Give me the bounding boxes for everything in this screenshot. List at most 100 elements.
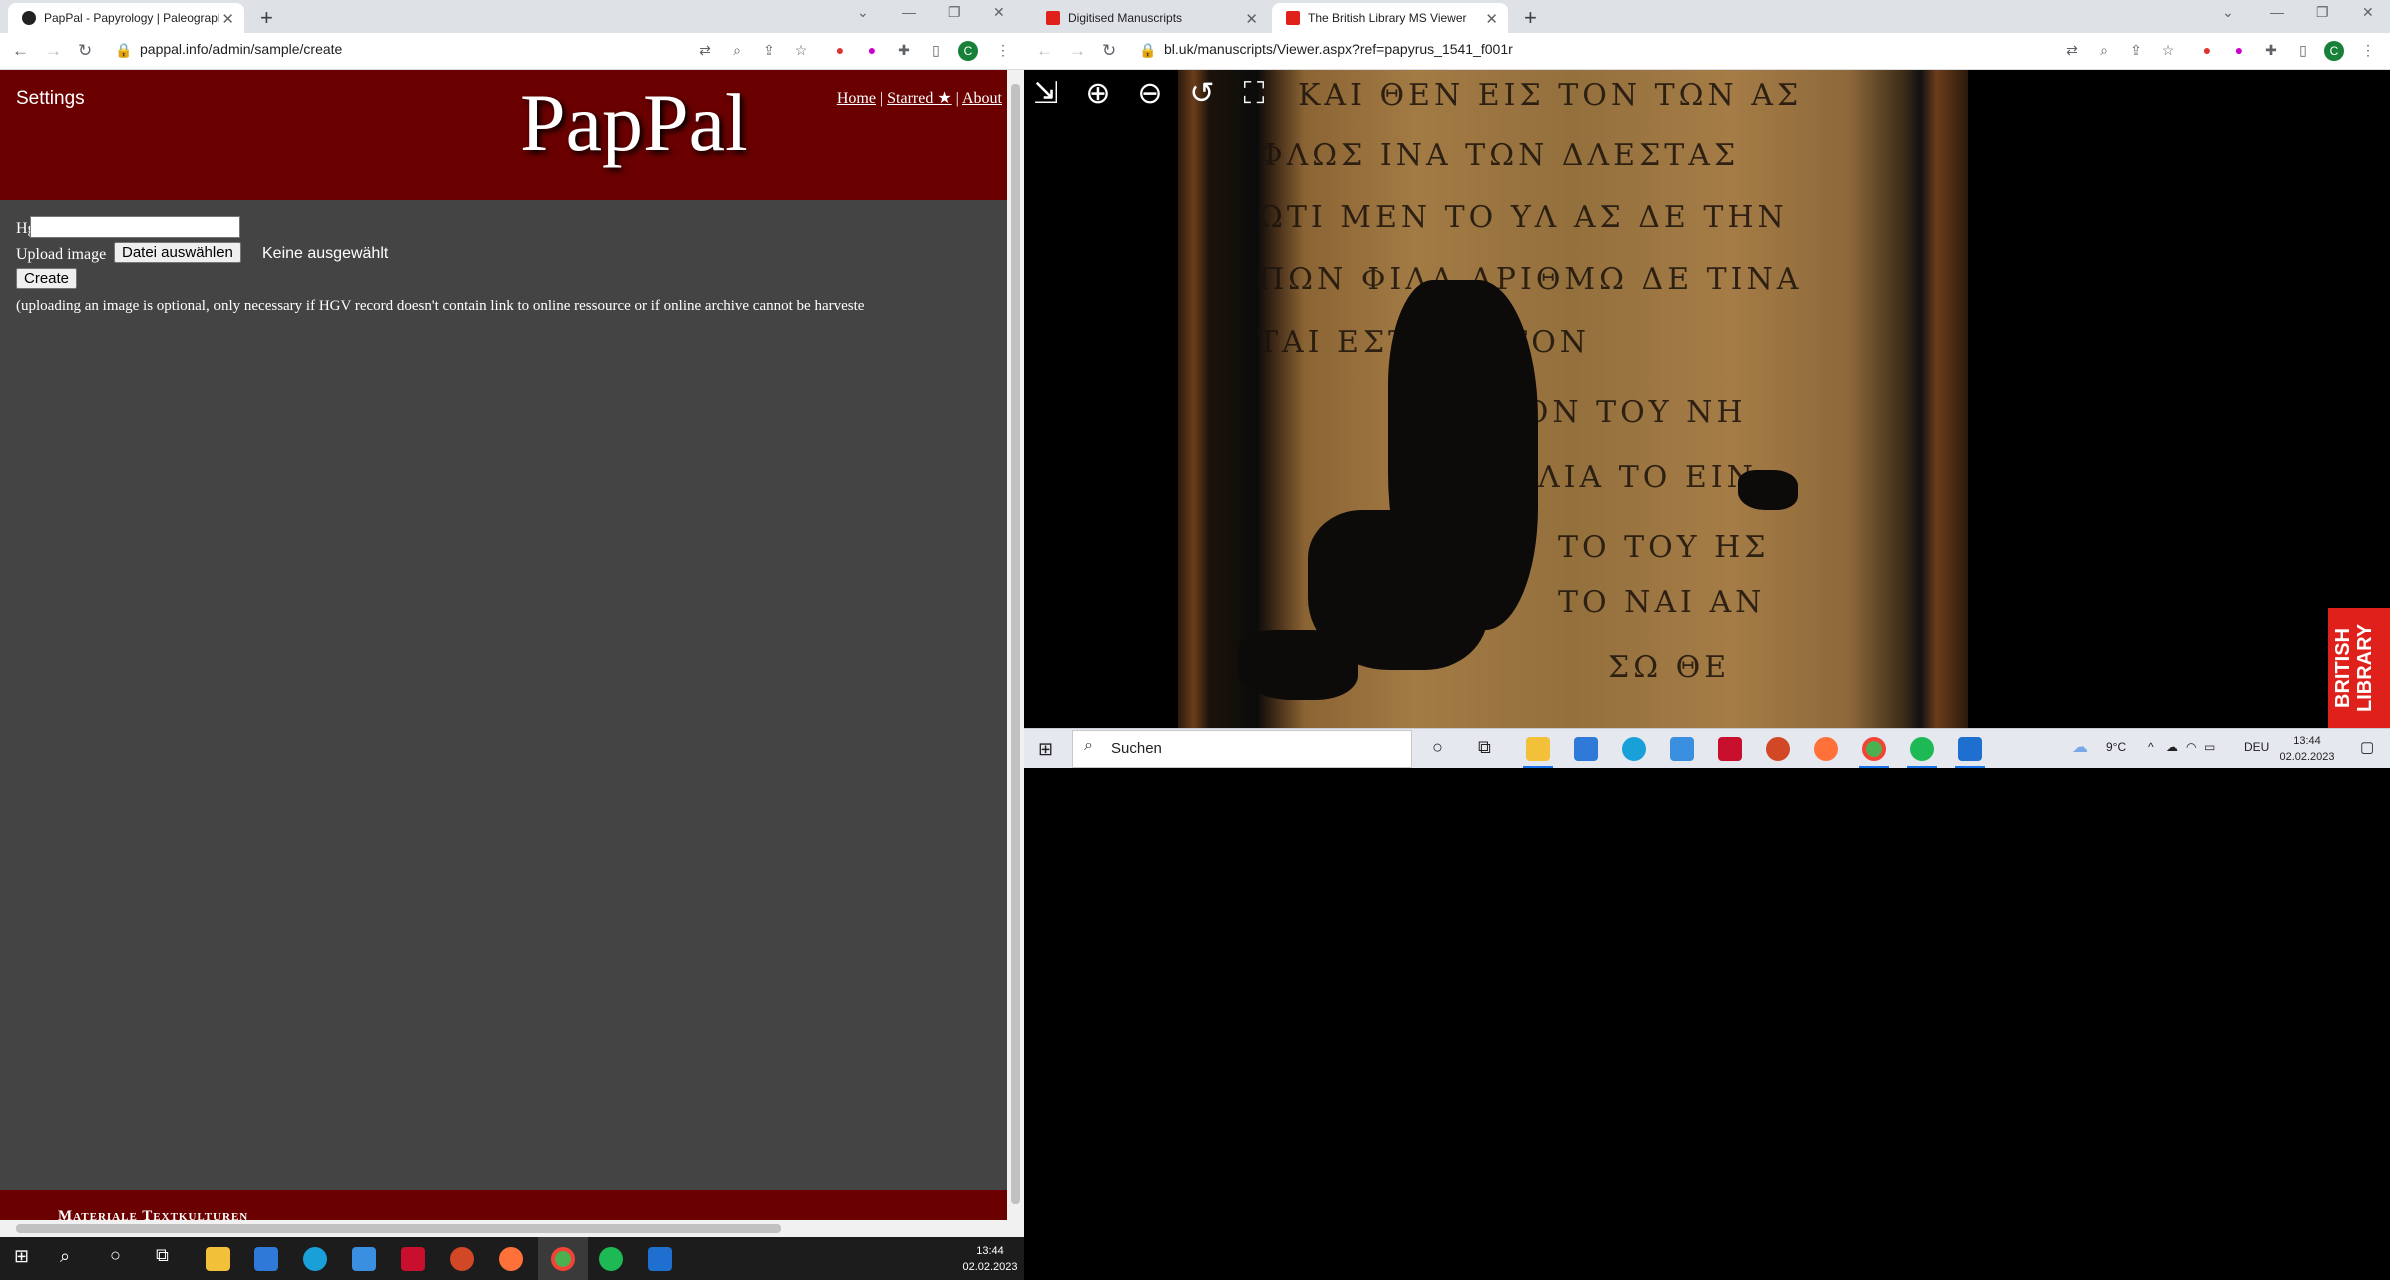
- choose-file-button[interactable]: Datei auswählen: [114, 242, 241, 263]
- vertical-scrollbar[interactable]: [1007, 70, 1024, 1237]
- firefox-icon[interactable]: [1814, 737, 1838, 761]
- powerpoint-icon[interactable]: [1766, 737, 1790, 761]
- zoom-out-icon[interactable]: ⊖: [1130, 74, 1170, 114]
- forward-icon[interactable]: →: [1069, 41, 1086, 61]
- sidebar-icon[interactable]: ▯: [2295, 42, 2311, 58]
- taskbar-clock[interactable]: 13:44 02.02.2023: [2272, 733, 2342, 765]
- forward-icon[interactable]: →: [45, 41, 62, 61]
- zoom-icon[interactable]: ⌕: [729, 42, 745, 58]
- restore-icon[interactable]: ❐: [948, 4, 961, 21]
- wifi-icon[interactable]: ◠: [2186, 740, 2196, 754]
- menu-icon[interactable]: ⋮: [2360, 42, 2376, 58]
- chevron-down-icon[interactable]: ⌄: [857, 4, 869, 21]
- cortana-icon[interactable]: ○: [110, 1245, 121, 1266]
- mail-icon[interactable]: [1670, 737, 1694, 761]
- firefox-icon[interactable]: [499, 1247, 523, 1271]
- minimize-icon[interactable]: —: [902, 4, 916, 20]
- powerpoint-icon[interactable]: [450, 1247, 474, 1271]
- close-window-icon[interactable]: ✕: [993, 4, 1005, 21]
- nav-home[interactable]: Home: [837, 90, 876, 107]
- menu-icon[interactable]: ⋮: [995, 42, 1011, 58]
- mail-icon[interactable]: [352, 1247, 376, 1271]
- hgv-input[interactable]: [30, 216, 240, 238]
- bookmark-star-icon[interactable]: ☆: [2160, 42, 2176, 58]
- new-tab-icon[interactable]: +: [260, 5, 273, 31]
- close-icon[interactable]: ✕: [1485, 10, 1498, 28]
- back-icon[interactable]: ←: [1036, 41, 1053, 61]
- search-icon[interactable]: ⌕: [60, 1246, 70, 1267]
- edge-icon[interactable]: [303, 1247, 327, 1271]
- store-icon[interactable]: [254, 1247, 278, 1271]
- language-indicator[interactable]: DEU: [2244, 740, 2269, 754]
- extension-icon[interactable]: ●: [2199, 42, 2215, 58]
- settings-link[interactable]: Settings: [16, 88, 85, 110]
- scroll-thumb[interactable]: [16, 1224, 781, 1233]
- address-bar[interactable]: bl.uk/manuscripts/Viewer.aspx?ref=papyru…: [1164, 41, 1513, 57]
- weather-icon[interactable]: ☁: [2072, 737, 2088, 757]
- share-icon[interactable]: ⇪: [2128, 42, 2144, 58]
- puzzle-icon[interactable]: ✚: [2263, 42, 2279, 58]
- file-explorer-icon[interactable]: [206, 1247, 230, 1271]
- onedrive-icon[interactable]: ☁: [2166, 740, 2178, 754]
- sidebar-icon[interactable]: ▯: [928, 42, 944, 58]
- close-icon[interactable]: ✕: [221, 10, 234, 28]
- reload-icon[interactable]: ↻: [1102, 41, 1116, 61]
- tab-pappal[interactable]: PapPal - Papyrology | Paleograph ✕: [8, 3, 244, 33]
- extension-icon[interactable]: ●: [864, 42, 880, 58]
- restore-icon[interactable]: ❐: [2316, 4, 2329, 21]
- translate-icon[interactable]: ⇄: [697, 42, 713, 58]
- battery-icon[interactable]: ▭: [2204, 740, 2215, 754]
- acrobat-icon[interactable]: [401, 1247, 425, 1271]
- puzzle-icon[interactable]: ✚: [896, 42, 912, 58]
- avatar[interactable]: C: [2324, 41, 2344, 61]
- windows-start-icon[interactable]: ⊞: [1038, 739, 1053, 760]
- taskbar-search[interactable]: Suchen: [1072, 730, 1412, 768]
- photos-icon[interactable]: [1958, 737, 1982, 761]
- rotate-icon[interactable]: ↺: [1182, 74, 1222, 114]
- horizontal-scrollbar[interactable]: [0, 1220, 1007, 1237]
- manuscript-viewer[interactable]: ΚΑΙ ΘΕΝ ΕΙΣ ΤΟΝ ΤΩΝ ΑΣ ΦΛΩΣ ΙΝΑ ΤΩΝ ΔΛΕΣ…: [1024, 70, 2390, 728]
- zoom-icon[interactable]: ⌕: [2096, 42, 2112, 58]
- chevron-up-icon[interactable]: ^: [2148, 740, 2154, 754]
- back-icon[interactable]: ←: [12, 41, 29, 61]
- close-window-icon[interactable]: ✕: [2362, 4, 2374, 21]
- cortana-icon[interactable]: ○: [1432, 737, 1443, 758]
- chevron-down-icon[interactable]: ⌄: [2222, 4, 2234, 21]
- edge-icon[interactable]: [1622, 737, 1646, 761]
- weather-temp[interactable]: 9°C: [2106, 740, 2126, 754]
- minimize-icon[interactable]: —: [2270, 4, 2284, 20]
- file-explorer-icon[interactable]: [1526, 737, 1550, 761]
- acrobat-icon[interactable]: [1718, 737, 1742, 761]
- share-icon[interactable]: ⇪: [761, 42, 777, 58]
- tab-ms-viewer[interactable]: The British Library MS Viewer ✕: [1272, 3, 1508, 33]
- task-view-icon[interactable]: ⧉: [1478, 737, 1491, 758]
- reload-icon[interactable]: ↻: [78, 41, 92, 61]
- photos-icon[interactable]: [648, 1247, 672, 1271]
- notification-icon[interactable]: ▢: [2360, 738, 2374, 756]
- nav-about[interactable]: About: [962, 90, 1002, 107]
- british-library-logo[interactable]: BRITISH LIBRARY: [2328, 608, 2390, 728]
- nav-starred[interactable]: Starred ★: [887, 90, 952, 107]
- avatar[interactable]: C: [958, 41, 978, 61]
- close-icon[interactable]: ✕: [1245, 10, 1258, 28]
- fit-icon[interactable]: ⛶: [1234, 74, 1274, 114]
- extension-icon[interactable]: ●: [832, 42, 848, 58]
- create-button[interactable]: Create: [16, 268, 78, 289]
- scroll-thumb[interactable]: [1011, 84, 1020, 1204]
- task-view-icon[interactable]: ⧉: [156, 1245, 169, 1266]
- translate-icon[interactable]: ⇄: [2064, 42, 2080, 58]
- taskbar-clock[interactable]: 13:44 02.02.2023: [955, 1243, 1025, 1275]
- exit-icon[interactable]: ⇲: [1026, 74, 1066, 114]
- address-bar[interactable]: pappal.info/admin/sample/create: [140, 41, 342, 57]
- store-icon[interactable]: [1574, 737, 1598, 761]
- extension-icon[interactable]: ●: [2231, 42, 2247, 58]
- tab-digitised-manuscripts[interactable]: Digitised Manuscripts ✕: [1032, 3, 1268, 33]
- new-tab-icon[interactable]: +: [1524, 5, 1537, 31]
- spotify-icon[interactable]: [1910, 737, 1934, 761]
- chrome-icon[interactable]: [1862, 737, 1886, 761]
- chrome-icon[interactable]: [551, 1247, 575, 1271]
- windows-start-icon[interactable]: ⊞: [14, 1246, 29, 1267]
- zoom-in-icon[interactable]: ⊕: [1078, 74, 1118, 114]
- bookmark-star-icon[interactable]: ☆: [793, 42, 809, 58]
- spotify-icon[interactable]: [599, 1247, 623, 1271]
